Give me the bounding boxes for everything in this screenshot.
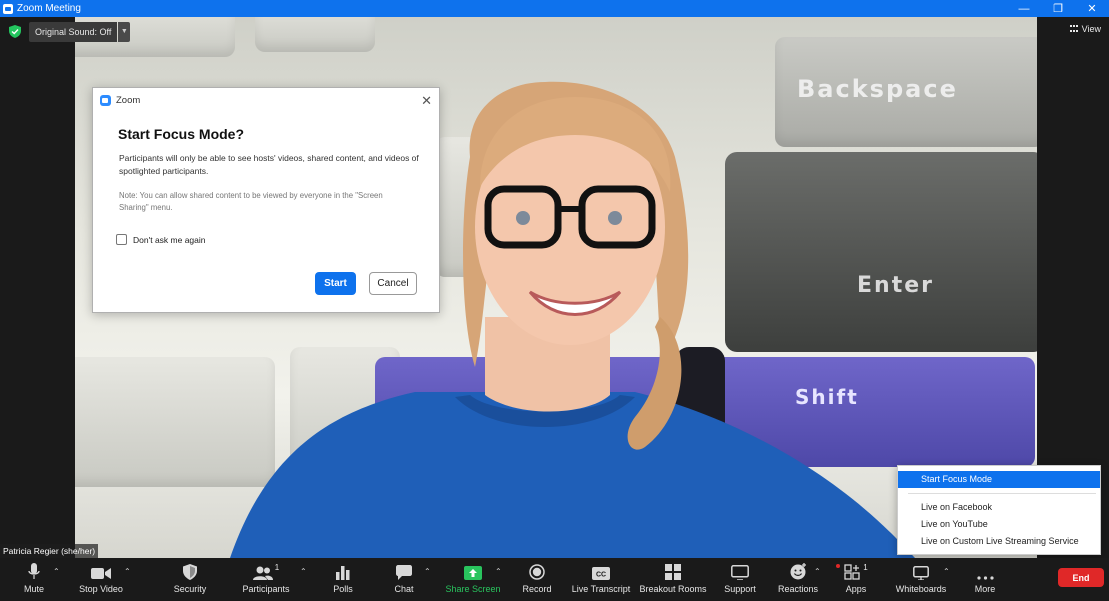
share-screen-label: Share Screen [445, 584, 501, 594]
dont-ask-again-label[interactable]: Don't ask me again [133, 235, 206, 245]
apps-label: Apps [845, 584, 867, 594]
start-button[interactable]: Start [315, 272, 356, 295]
reactions-smiley-icon [790, 563, 806, 580]
end-meeting-button[interactable]: End [1058, 568, 1104, 587]
chat-button[interactable]: Chat [389, 558, 419, 601]
dialog-body-text: Participants will only be able to see ho… [119, 153, 419, 176]
apps-notification-dot [836, 564, 840, 568]
breakout-rooms-label: Breakout Rooms [639, 584, 707, 594]
meeting-toolbar: Mute ⌃ Stop Video ⌃ Security 1 Participa… [0, 558, 1109, 601]
share-options-chevron-icon[interactable]: ⌃ [495, 567, 502, 576]
record-button[interactable]: Record [520, 558, 554, 601]
breakout-rooms-icon [665, 564, 681, 580]
breakout-rooms-button[interactable]: Breakout Rooms [639, 558, 707, 601]
reactions-button[interactable]: Reactions [778, 558, 818, 601]
security-button[interactable]: Security [170, 558, 210, 601]
svg-text:CC: CC [596, 572, 606, 579]
title-bar: Zoom Meeting — ❐ ✕ [0, 0, 1109, 17]
record-label: Record [522, 584, 552, 594]
more-button[interactable]: More [968, 558, 1002, 601]
participants-icon [252, 566, 273, 580]
chat-options-chevron-icon[interactable]: ⌃ [424, 567, 431, 576]
stop-video-label: Stop Video [79, 584, 123, 594]
more-menu: Start Focus Mode Live on Facebook Live o… [897, 465, 1101, 555]
participants-button[interactable]: 1 Participants [240, 558, 292, 601]
dont-ask-again-row[interactable]: Don't ask me again [116, 234, 206, 245]
dialog-app-name: Zoom [116, 94, 141, 106]
dialog-note-text: Note: You can allow shared content to be… [119, 191, 383, 212]
live-transcript-button[interactable]: CC Live Transcript [570, 558, 632, 601]
polls-button[interactable]: Polls [328, 558, 358, 601]
mute-options-chevron-icon[interactable]: ⌃ [53, 567, 60, 576]
zoom-logo-icon [3, 3, 13, 14]
reactions-options-chevron-icon[interactable]: ⌃ [814, 567, 821, 576]
support-button[interactable]: Support [722, 558, 758, 601]
support-label: Support [724, 584, 756, 594]
encryption-shield-icon[interactable] [9, 25, 21, 38]
video-options-chevron-icon[interactable]: ⌃ [124, 567, 131, 576]
closed-caption-icon: CC [592, 567, 610, 580]
video-camera-icon [91, 568, 111, 579]
apps-button[interactable]: 1 Apps [838, 558, 874, 601]
window-title: Zoom Meeting [17, 3, 81, 14]
minimize-icon[interactable]: — [1007, 0, 1041, 17]
view-label: View [1081, 24, 1101, 34]
participants-count: 1 [274, 563, 280, 572]
share-screen-button[interactable]: Share Screen [445, 558, 501, 601]
dialog-title: Start Focus Mode? [118, 126, 245, 142]
whiteboards-options-chevron-icon[interactable]: ⌃ [943, 567, 950, 576]
menu-item-live-custom[interactable]: Live on Custom Live Streaming Service [898, 533, 1100, 550]
view-button[interactable]: View [1069, 24, 1101, 34]
mute-label: Mute [23, 584, 44, 594]
close-icon[interactable]: ✕ [421, 94, 432, 107]
restore-icon[interactable]: ❐ [1041, 0, 1075, 17]
share-screen-icon [464, 566, 482, 580]
record-icon [529, 564, 545, 580]
dont-ask-again-checkbox[interactable] [116, 234, 127, 245]
shield-icon [183, 564, 197, 580]
support-screen-icon [731, 565, 749, 580]
dialog-header: Zoom ✕ [93, 88, 439, 112]
cancel-button[interactable]: Cancel [369, 272, 417, 295]
menu-item-start-focus-mode[interactable]: Start Focus Mode [898, 471, 1100, 488]
focus-mode-dialog: Zoom ✕ Start Focus Mode? Participants wi… [92, 87, 440, 313]
microphone-icon [28, 563, 40, 579]
apps-icon [844, 564, 860, 580]
participants-options-chevron-icon[interactable]: ⌃ [300, 567, 307, 576]
polls-label: Polls [333, 584, 353, 594]
mute-button[interactable]: Mute [17, 558, 51, 601]
whiteboards-label: Whiteboards [895, 584, 947, 594]
chat-label: Chat [394, 584, 414, 594]
more-ellipsis-icon [976, 576, 994, 580]
menu-divider [908, 493, 1096, 494]
window-controls: — ❐ ✕ [1007, 0, 1109, 17]
original-sound-label[interactable]: Original Sound: Off [29, 22, 118, 42]
chat-bubble-icon [396, 565, 412, 580]
stop-video-button[interactable]: Stop Video [76, 558, 126, 601]
live-transcript-label: Live Transcript [571, 584, 631, 594]
apps-count: 1 [863, 563, 868, 572]
polls-icon [336, 566, 350, 580]
whiteboards-button[interactable]: Whiteboards [893, 558, 949, 601]
original-sound-toggle[interactable]: Original Sound: Off ▼ [29, 22, 131, 42]
security-label: Security [173, 584, 207, 594]
zoom-logo-icon [100, 94, 111, 106]
menu-item-live-youtube[interactable]: Live on YouTube [898, 516, 1100, 533]
grid-view-icon [1069, 25, 1079, 33]
close-icon[interactable]: ✕ [1075, 0, 1109, 17]
reactions-label: Reactions [777, 584, 819, 594]
more-label: More [974, 584, 996, 594]
chevron-down-icon[interactable]: ▼ [118, 22, 131, 42]
participant-name-tag: Patricia Regier (she/her) [0, 544, 99, 558]
menu-item-live-facebook[interactable]: Live on Facebook [898, 499, 1100, 516]
whiteboard-icon [913, 566, 929, 580]
participants-label: Participants [242, 584, 290, 594]
